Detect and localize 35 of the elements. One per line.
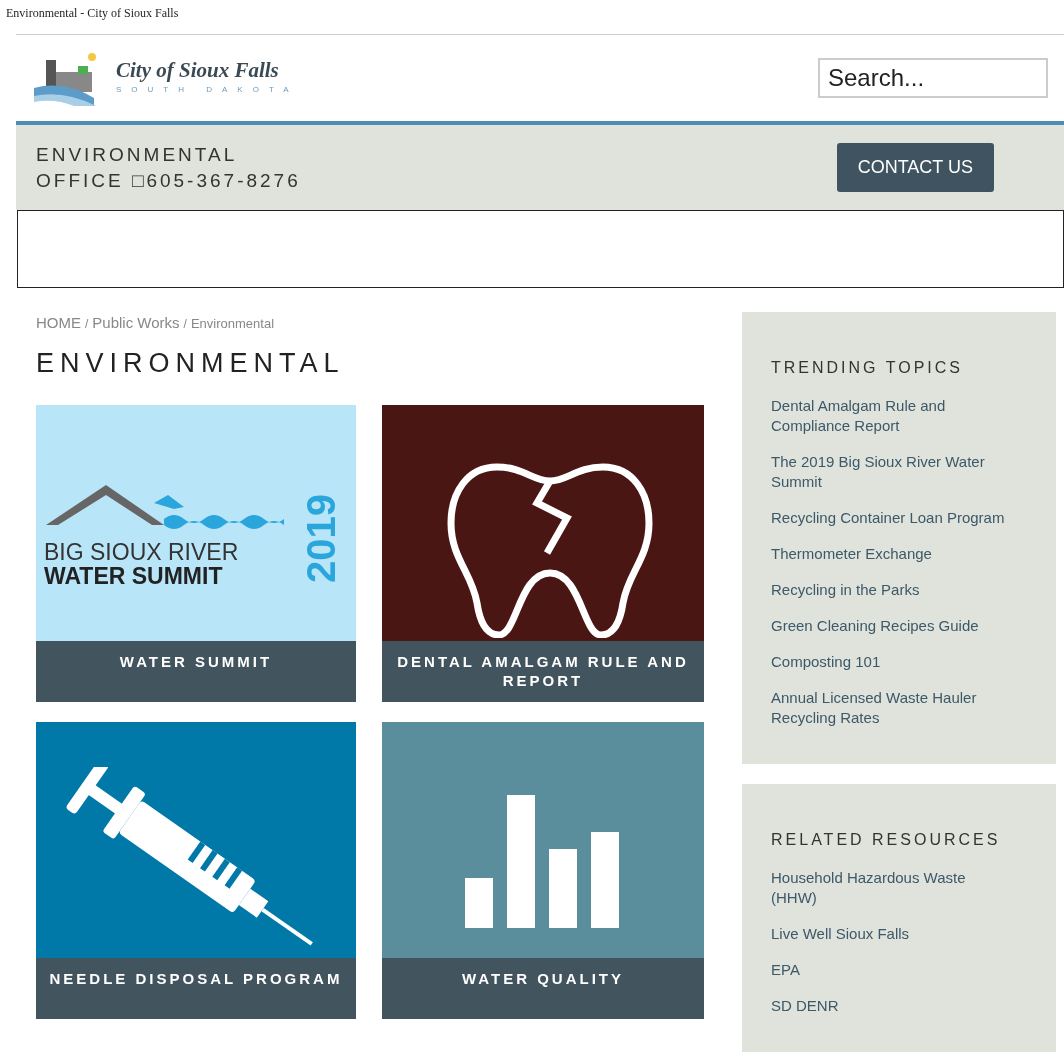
sidebar-link[interactable]: SD DENR xyxy=(771,996,1011,1016)
contact-us-button[interactable]: CONTACT US xyxy=(836,143,994,192)
sidebar-heading: TRENDING TOPICS xyxy=(771,358,964,378)
tile-caption[interactable]: WATER QUALITY xyxy=(382,957,704,1019)
office-title: ENVIRONMENTAL xyxy=(36,142,239,167)
search-field[interactable]: Search... xyxy=(818,58,1048,98)
sidebar-link[interactable]: Dental Amalgam Rule and Compliance Report xyxy=(771,396,1011,436)
sidebar-link[interactable]: Green Cleaning Recipes Guide xyxy=(771,616,1011,636)
sidebar-heading: RELATED RESOURCES xyxy=(771,830,1002,850)
page-title: Environmental - City of Sioux Falls xyxy=(5,5,180,22)
bar-chart-icon xyxy=(465,794,619,928)
sidebar-link[interactable]: Recycling in the Parks xyxy=(771,580,1011,600)
logo-text: BIG SIOUX RIVER xyxy=(44,540,239,564)
tile-caption[interactable]: NEEDLE DISPOSAL PROGRAM xyxy=(36,957,356,1019)
office-title: OFFICE □605-367-8276 xyxy=(36,168,301,193)
tooth-icon xyxy=(447,462,653,638)
breadcrumb-link[interactable]: Public Works xyxy=(92,314,180,331)
sidebar-link[interactable]: EPA xyxy=(771,960,1011,980)
breadcrumb-separator: / xyxy=(85,317,89,331)
sidebar-link[interactable]: Household Hazardous Waste (HHW) xyxy=(771,868,1011,908)
sidebar-link[interactable]: Thermometer Exchange xyxy=(771,544,1011,564)
sidebar-link[interactable]: Recycling Container Loan Program xyxy=(771,508,1011,528)
tile-caption[interactable]: WATER SUMMIT xyxy=(36,640,356,702)
sidebar-link[interactable]: Composting 101 xyxy=(771,652,1011,672)
logo-text: WATER SUMMIT xyxy=(44,564,223,588)
tile-caption[interactable]: DENTAL AMALGAM RULE AND REPORT xyxy=(382,640,704,702)
sidebar-link[interactable]: Live Well Sioux Falls xyxy=(771,924,1011,944)
sidebar-link[interactable]: The 2019 Big Sioux River Water Summit xyxy=(771,452,1011,492)
breadcrumb-separator: / xyxy=(183,317,187,331)
sidebar-link[interactable]: Annual Licensed Waste Hauler Recycling Rates xyxy=(771,688,1011,728)
logo-name: City of Sioux Falls xyxy=(116,60,280,81)
breadcrumb-link[interactable]: HOME xyxy=(36,314,81,331)
page-heading: ENVIRONMENTAL xyxy=(36,346,346,379)
logo-text: 2019 xyxy=(301,493,341,583)
logo-subtitle: SOUTH DAKOTA xyxy=(116,84,299,96)
